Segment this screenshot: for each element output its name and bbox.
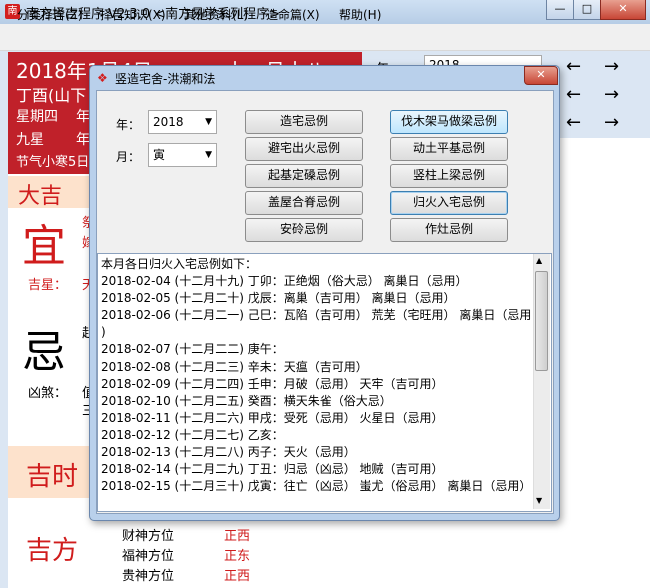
- dialog-month-label: 月：: [116, 150, 141, 164]
- ganzhi-text: 丁酉(山下: [16, 86, 87, 105]
- solar-term-text: 节气小寒5日: [16, 155, 90, 170]
- menu-item-knowledge[interactable]: 择吉知识(X): [100, 6, 166, 23]
- menu-item-other[interactable]: 其他资料(L): [184, 6, 248, 23]
- dongtu-pingji-button[interactable]: 动土平基忌例: [390, 137, 508, 161]
- list-item: 2018-02-14 (十二月二九) 丁丑：归忌（凶忌） 地贼（吉可用）: [101, 462, 444, 477]
- weekday-text: 星期四: [16, 109, 58, 125]
- list-item: 2018-02-10 (十二月二五) 癸酉：横天朱雀（俗大忌）: [101, 393, 392, 408]
- famu-jiama-button[interactable]: 伐木架马做梁忌例: [390, 110, 508, 134]
- direction-name: 贵神方位: [122, 569, 175, 584]
- list-item: 2018-02-12 (十二月二七) 乙亥：: [101, 427, 284, 442]
- list-item: 2018-02-11 (十二月二六) 甲戌：受死（忌用） 火星日（忌用）: [101, 410, 444, 425]
- list-header: 本月各日归火入宅忌例如下：: [101, 257, 258, 271]
- direction-name: 福神方位: [122, 549, 175, 564]
- bizhai-chuhuo-button[interactable]: 避宅出火忌例: [245, 137, 363, 161]
- menu-item-zaoming[interactable]: 造命篇(X): [266, 6, 320, 23]
- scrollbar-thumb[interactable]: [535, 271, 548, 371]
- xiongsha-label: 凶煞：: [28, 386, 68, 401]
- menu-item-help[interactable]: 帮助(H): [339, 6, 381, 23]
- close-button[interactable]: ✕: [600, 0, 646, 20]
- list-item: 2018-02-13 (十二月二八) 丙子：天火（忌用）: [101, 445, 356, 460]
- menu-bar: [0, 24, 650, 51]
- direction-name: 财神方位: [122, 529, 175, 544]
- ji-text: 忌: [22, 327, 66, 378]
- yi-text: 宜: [22, 221, 66, 272]
- zuozao-jili-button[interactable]: 作灶忌例: [390, 218, 508, 242]
- month-select[interactable]: 寅 ▼: [148, 143, 217, 167]
- weekday-year-text: 年: [76, 109, 90, 125]
- year-select[interactable]: 2018 ▼: [148, 110, 217, 134]
- list-item: 2018-02-15 (十二月三十) 戊寅：往亡（凶忌） 蚩尤（俗忌用） 离巢日…: [101, 479, 532, 494]
- scroll-up-icon[interactable]: ▲: [536, 256, 542, 265]
- prev-month-arrow-icon[interactable]: ←: [566, 84, 581, 105]
- scroll-down-icon[interactable]: ▼: [536, 496, 542, 505]
- list-item: 2018-02-04 (十二月十九) 丁卯：正绝烟（俗大忌） 离巢日（忌用）: [101, 274, 468, 289]
- list-item: 2018-02-07 (十二月二二) 庚午：: [101, 342, 284, 357]
- direction-value: 正西: [224, 569, 251, 584]
- nine-star-year-text: 年: [76, 132, 90, 148]
- direction-value: 正东: [224, 549, 251, 564]
- anling-jili-button[interactable]: 安砱忌例: [245, 218, 363, 242]
- qiji-dingsang-button[interactable]: 起基定磉忌例: [245, 164, 363, 188]
- chevron-down-icon: ▼: [205, 150, 212, 160]
- dialog-app-icon: ❖: [97, 71, 108, 85]
- nine-star-text: 九星: [16, 132, 44, 148]
- prev-day-arrow-icon[interactable]: ←: [566, 112, 581, 133]
- gaiwu-heji-button[interactable]: 盖屋合脊忌例: [245, 191, 363, 215]
- month-select-value: 寅: [153, 148, 166, 162]
- guihuo-ruzhai-button[interactable]: 归火入宅忌例: [390, 191, 508, 215]
- list-item: 2018-02-08 (十二月二三) 辛未：天瘟（吉可用）: [101, 359, 368, 374]
- list-item: 2018-02-09 (十二月二四) 壬申：月破（忌用） 天牢（吉可用）: [101, 376, 444, 391]
- year-select-value: 2018: [153, 115, 184, 129]
- minimize-button[interactable]: —: [546, 0, 574, 20]
- jixing-label: 吉星：: [28, 278, 68, 293]
- daji-text: 大吉: [18, 184, 63, 209]
- jifang-text: 吉方: [26, 536, 79, 566]
- maximize-button[interactable]: □: [573, 0, 601, 20]
- dialog-year-label: 年：: [116, 118, 141, 132]
- menu-item-category[interactable]: 分类择吉(Z): [17, 6, 83, 23]
- next-day-arrow-icon[interactable]: →: [604, 112, 619, 133]
- dialog-close-button[interactable]: ✕: [524, 66, 558, 85]
- jishi-text: 吉时: [26, 462, 79, 492]
- list-item: 2018-02-05 (十二月二十) 戊辰：离巢（吉可用） 离巢日（忌用）: [101, 291, 456, 306]
- zaozhai-jili-button[interactable]: 造宅忌例: [245, 110, 363, 134]
- direction-value: 正西: [224, 529, 251, 544]
- shuzhu-shangliang-button[interactable]: 竖柱上梁忌例: [390, 164, 508, 188]
- next-year-arrow-icon[interactable]: →: [604, 56, 619, 77]
- result-list: 本月各日归火入宅忌例如下： 2018-02-04 (十二月十九) 丁卯：正绝烟（…: [101, 256, 532, 495]
- chevron-down-icon: ▼: [205, 117, 212, 127]
- list-item: 2018-02-06 (十二月二一) 己巳：瓦陷（吉可用） 荒芜（宅旺用） 离巢…: [101, 308, 532, 323]
- prev-year-arrow-icon[interactable]: ←: [566, 56, 581, 77]
- next-month-arrow-icon[interactable]: →: [604, 84, 619, 105]
- dialog-title: 竖造宅舍-洪潮和法: [115, 72, 216, 86]
- list-item: ): [101, 325, 106, 340]
